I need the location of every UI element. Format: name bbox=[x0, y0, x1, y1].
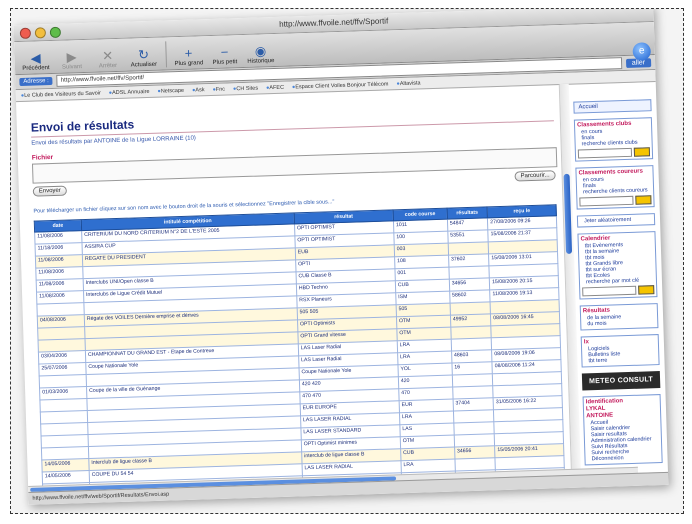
stop-button[interactable]: ✕ Arrêter bbox=[90, 48, 125, 72]
sidebar: Accueil Classements clubs en cours finals r… bbox=[569, 81, 668, 476]
sidebar-search-row bbox=[579, 195, 652, 207]
bookmark-item[interactable]: AFEC bbox=[266, 84, 284, 91]
browse-button[interactable]: Parcourir... bbox=[514, 170, 556, 182]
address-label: Adresse : bbox=[19, 76, 53, 87]
toolbar-separator bbox=[165, 41, 168, 68]
forward-button[interactable]: ▶ Suivant bbox=[54, 49, 89, 73]
sidebar-search-row bbox=[582, 285, 655, 297]
history-icon: ◉ bbox=[254, 43, 267, 59]
page-content: Envoi de résultats Envoi des résultats p… bbox=[16, 81, 668, 493]
sidebar-search-go-button[interactable] bbox=[635, 195, 652, 205]
back-button[interactable]: ◀ Précédent bbox=[18, 50, 53, 74]
main-column: Envoi de résultats Envoi des résultats p… bbox=[16, 84, 571, 493]
sidebar-home-link[interactable]: Accueil bbox=[573, 99, 652, 114]
bookmark-item[interactable]: CH Sites bbox=[233, 85, 258, 92]
screenshot-frame: http://www.ffvoile.net/ffv/Sportif ◀ Pré… bbox=[10, 8, 684, 514]
sidebar-box: Jeter aléatoirement bbox=[576, 213, 656, 228]
browser-window: http://www.ffvoile.net/ffv/Sportif ◀ Pré… bbox=[13, 9, 669, 505]
bookmark-item[interactable]: Netscape bbox=[157, 87, 184, 94]
sidebar-search-input[interactable] bbox=[579, 195, 634, 207]
sidebar-search-input[interactable] bbox=[582, 285, 637, 297]
sidebar-box: Ix Logiciels Bulletins liste tbt terre bbox=[580, 334, 660, 368]
text-larger-button[interactable]: + Plus grand bbox=[171, 45, 206, 69]
results-table: date intitulé compétition résultat code … bbox=[34, 204, 566, 493]
sidebar-box: Classements coureurs en cours finals recher… bbox=[575, 165, 655, 210]
bookmark-item[interactable]: Le Club des Visiteurs du Savoir bbox=[21, 90, 101, 99]
sidebar-search-label: recherche clients coureurs bbox=[583, 187, 648, 196]
bookmark-item[interactable]: Altavista bbox=[396, 80, 421, 87]
sidebar-link[interactable]: Jeter aléatoirement bbox=[580, 216, 652, 224]
bookmark-item[interactable]: Fnc bbox=[212, 86, 225, 92]
bookmark-item[interactable]: ADSL Annuaire bbox=[109, 88, 150, 95]
sidebar-box: Classements clubs en cours finals recherche… bbox=[573, 117, 654, 162]
bookmark-item[interactable]: Espace Client Voiles Bonjour Télécom bbox=[292, 81, 388, 90]
sidebar-search-label: recherche clients clubs bbox=[581, 139, 638, 148]
history-button[interactable]: ◉ Historique bbox=[243, 43, 278, 67]
refresh-icon: ↻ bbox=[137, 46, 150, 63]
bookmark-item[interactable]: Ask bbox=[192, 87, 204, 93]
sidebar-search-go-button[interactable] bbox=[638, 285, 655, 295]
plus-icon: + bbox=[184, 45, 193, 61]
identification-links: Accueil Saisir calendrier Saisir resultats… bbox=[586, 418, 659, 463]
sidebar-boxes: Classements clubs en cours finals recherche… bbox=[573, 117, 660, 368]
sidebar-search-label: recherche par mot clé bbox=[585, 277, 640, 286]
forward-arrow-icon: ▶ bbox=[66, 49, 77, 65]
stop-icon: ✕ bbox=[101, 48, 114, 64]
identification-link[interactable]: Déconnexion bbox=[587, 454, 659, 462]
submit-button[interactable]: Envoyer bbox=[32, 185, 68, 197]
back-arrow-icon: ◀ bbox=[30, 50, 41, 66]
sidebar-box: Résultats de la semaine du mois bbox=[579, 303, 659, 331]
sidebar-box: Calendrier tbt Evènements tbt la semaine tb… bbox=[577, 231, 658, 300]
sidebar-link[interactable]: tbt terre bbox=[584, 356, 656, 365]
sidebar-search-row bbox=[577, 147, 651, 159]
scrollbar-thumb[interactable] bbox=[563, 173, 573, 254]
sidebar-link[interactable]: du mois bbox=[583, 319, 655, 328]
sidebar-search-go-button[interactable] bbox=[633, 147, 651, 157]
text-smaller-button[interactable]: − Plus petit bbox=[207, 44, 242, 68]
refresh-button[interactable]: ↻ Actualiser bbox=[126, 47, 161, 71]
meteo-consult-banner[interactable]: METEO CONSULT bbox=[581, 371, 661, 391]
identification-box: Identification LYKAL ANTOINE Accueil Sais… bbox=[582, 394, 663, 466]
sidebar-search-input[interactable] bbox=[577, 147, 633, 159]
minus-icon: − bbox=[220, 44, 229, 60]
